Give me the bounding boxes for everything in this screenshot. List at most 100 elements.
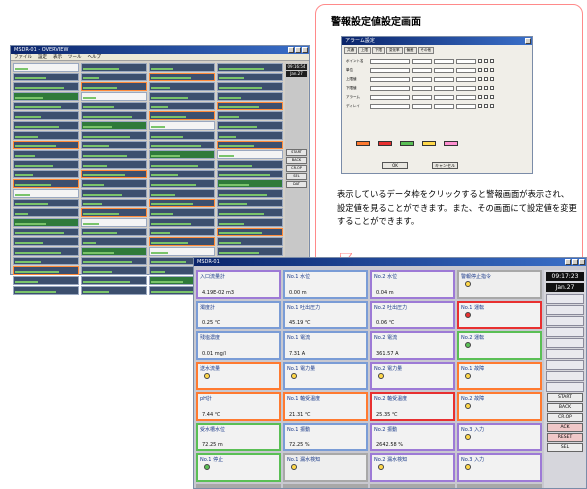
dialog-field[interactable] bbox=[456, 58, 476, 64]
color-swatch-orange[interactable] bbox=[356, 141, 370, 146]
side-status-cell[interactable] bbox=[546, 327, 584, 337]
dialog-field[interactable] bbox=[370, 67, 410, 73]
dialog-checkbox[interactable] bbox=[478, 104, 482, 108]
overview-cell[interactable] bbox=[149, 208, 215, 217]
overview-cell[interactable] bbox=[81, 276, 147, 285]
data-panel[interactable]: No.1 運転 bbox=[457, 300, 542, 330]
data-panel[interactable]: No.3 入力 bbox=[457, 453, 542, 482]
monitor-start-button[interactable]: START bbox=[547, 393, 583, 402]
overview-cell[interactable] bbox=[13, 266, 79, 276]
overview-cell[interactable] bbox=[149, 169, 215, 179]
dialog-field[interactable] bbox=[412, 103, 432, 109]
overview-cell[interactable] bbox=[81, 266, 147, 276]
overview-cell[interactable] bbox=[81, 208, 147, 217]
dialog-checkbox[interactable] bbox=[490, 77, 494, 81]
color-swatch-green[interactable] bbox=[400, 141, 414, 146]
overview-cell[interactable] bbox=[81, 188, 147, 198]
overview-cell[interactable] bbox=[81, 63, 147, 72]
overview-cell[interactable] bbox=[217, 227, 283, 237]
side-status-cell[interactable] bbox=[546, 360, 584, 370]
dialog-field[interactable] bbox=[412, 67, 432, 73]
tab-lower[interactable]: 下限 bbox=[372, 47, 385, 54]
data-panel[interactable]: No.2 故障 bbox=[457, 392, 542, 421]
overview-cell[interactable] bbox=[149, 63, 215, 72]
overview-cell[interactable] bbox=[149, 130, 215, 140]
monitor-crop-button[interactable]: CR.OP bbox=[547, 413, 583, 422]
overview-cell[interactable] bbox=[149, 237, 215, 247]
overview-cell[interactable] bbox=[13, 227, 79, 237]
overview-cell[interactable] bbox=[13, 150, 79, 159]
monitor-sel-button[interactable]: SEL bbox=[547, 443, 583, 452]
overview-cell[interactable] bbox=[13, 121, 79, 130]
data-panel[interactable]: No.1 電流 7.31 A bbox=[283, 331, 368, 360]
data-panel[interactable]: No.1 電力量 bbox=[283, 361, 368, 391]
dialog-checkbox[interactable] bbox=[484, 77, 488, 81]
side-status-cell[interactable] bbox=[546, 316, 584, 326]
dialog-field[interactable] bbox=[434, 85, 454, 91]
dialog-checkbox[interactable] bbox=[490, 68, 494, 72]
overview-cell[interactable] bbox=[13, 159, 79, 169]
dialog-field[interactable] bbox=[434, 76, 454, 82]
dialog-field[interactable] bbox=[434, 58, 454, 64]
data-panel[interactable]: No.2 漏水検知 bbox=[370, 453, 455, 482]
overview-cell[interactable] bbox=[81, 256, 147, 266]
data-panel[interactable]: No.3 入力 bbox=[457, 422, 542, 452]
overview-cell[interactable] bbox=[13, 285, 79, 295]
overview-cell[interactable] bbox=[81, 247, 147, 256]
tab-upper[interactable]: 上限 bbox=[358, 47, 371, 54]
overview-cell[interactable] bbox=[13, 276, 79, 285]
overview-cell[interactable] bbox=[217, 121, 283, 130]
overview-cell[interactable] bbox=[13, 111, 79, 121]
data-panel[interactable]: 非常用ダンパー bbox=[196, 483, 281, 488]
dialog-field[interactable] bbox=[370, 85, 410, 91]
side-status-cell[interactable] bbox=[546, 305, 584, 315]
overview-cell[interactable] bbox=[13, 218, 79, 227]
dialog-field[interactable] bbox=[456, 103, 476, 109]
dialog-field[interactable] bbox=[434, 103, 454, 109]
close-icon[interactable] bbox=[579, 259, 585, 265]
dialog-checkbox[interactable] bbox=[484, 104, 488, 108]
data-panel[interactable]: 警報停止指令 bbox=[457, 270, 542, 299]
data-panel[interactable]: No.1 振動 72.25 % bbox=[283, 422, 368, 452]
dialog-checkbox[interactable] bbox=[478, 95, 482, 99]
overview-cell[interactable] bbox=[81, 140, 147, 150]
overview-cell[interactable] bbox=[13, 130, 79, 140]
data-panel[interactable]: No.2 塩素検知 bbox=[370, 483, 455, 488]
overview-cell[interactable] bbox=[13, 63, 79, 72]
overview-cell[interactable] bbox=[13, 237, 79, 247]
overview-cell[interactable] bbox=[13, 198, 79, 208]
overview-cell[interactable] bbox=[81, 111, 147, 121]
overview-cell[interactable] bbox=[217, 111, 283, 121]
overview-cell[interactable] bbox=[149, 179, 215, 188]
overview-cell[interactable] bbox=[217, 63, 283, 72]
data-panel[interactable]: 受水槽水位 72.25 m bbox=[196, 422, 281, 452]
overview-cell[interactable] bbox=[217, 198, 283, 208]
overview-cell[interactable] bbox=[149, 198, 215, 208]
overview-cell[interactable] bbox=[149, 101, 215, 111]
overview-back-button[interactable]: BACK bbox=[286, 157, 307, 164]
color-swatch-red[interactable] bbox=[378, 141, 392, 146]
overview-cell[interactable] bbox=[81, 92, 147, 101]
overview-cell[interactable] bbox=[217, 82, 283, 92]
side-status-cell[interactable] bbox=[546, 294, 584, 304]
overview-cell[interactable] bbox=[217, 101, 283, 111]
data-panel[interactable]: No.1 吐出圧力 45.19 ℃ bbox=[283, 300, 368, 330]
side-status-cell[interactable] bbox=[546, 338, 584, 348]
overview-cell[interactable] bbox=[217, 169, 283, 179]
overview-cell[interactable] bbox=[217, 188, 283, 198]
data-panel[interactable]: No.2 振動 2642.58 % bbox=[370, 422, 455, 452]
data-panel[interactable]: No.1 水位 0.00 m bbox=[283, 270, 368, 299]
overview-cell[interactable] bbox=[217, 179, 283, 188]
cancel-button[interactable]: キャンセル bbox=[432, 162, 458, 169]
data-panel[interactable]: No.1 停止 bbox=[196, 453, 281, 482]
overview-title-bar[interactable]: MSDR-01 - OVERVIEW bbox=[11, 46, 309, 54]
menu-help[interactable]: ヘルプ bbox=[88, 54, 102, 60]
dialog-checkbox[interactable] bbox=[484, 68, 488, 72]
dialog-field[interactable] bbox=[370, 58, 410, 64]
tab-common[interactable]: 共通 bbox=[344, 47, 357, 54]
overview-cell[interactable] bbox=[13, 82, 79, 92]
data-panel[interactable]: No.2 運転 bbox=[457, 331, 542, 360]
monitor-reset-button[interactable]: RESET bbox=[547, 433, 583, 442]
overview-cell[interactable] bbox=[149, 188, 215, 198]
data-panel[interactable]: 残塩濃度 0.01 mg/l bbox=[196, 331, 281, 360]
